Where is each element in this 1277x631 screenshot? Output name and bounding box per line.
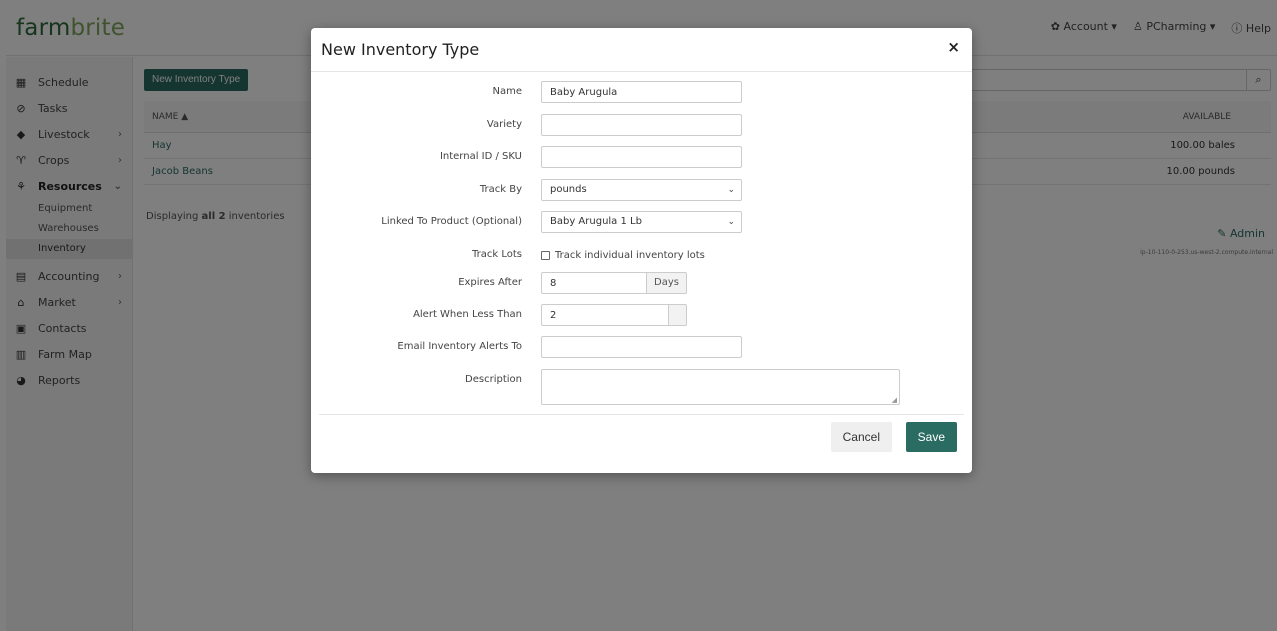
close-icon[interactable]: × [947, 38, 960, 56]
modal-title: New Inventory Type [321, 40, 480, 59]
alert-less-than-label: Alert When Less Than [413, 309, 522, 320]
description-textarea[interactable]: ◢ [541, 369, 900, 405]
resize-handle-icon[interactable]: ◢ [892, 396, 897, 404]
alert-less-than-input[interactable] [541, 304, 669, 326]
modal-header: New Inventory Type × [311, 28, 972, 72]
chevron-down-icon: ⌄ [727, 217, 735, 227]
track-by-label: Track By [479, 184, 522, 195]
expires-after-label: Expires After [458, 277, 522, 288]
expires-after-input[interactable] [541, 272, 647, 294]
linked-product-label: Linked To Product (Optional) [381, 216, 522, 227]
track-lots-checkbox-wrapper[interactable]: Track individual inventory lots [541, 247, 705, 263]
linked-product-select[interactable]: Baby Arugula 1 Lb ⌄ [541, 211, 742, 233]
cancel-button[interactable]: Cancel [830, 422, 892, 452]
variety-label: Variety [486, 119, 522, 130]
track-by-select[interactable]: pounds ⌄ [541, 179, 742, 201]
new-inventory-type-modal: New Inventory Type × Name Variety Intern… [311, 28, 972, 473]
description-label: Description [465, 374, 522, 385]
track-lots-checkbox[interactable] [541, 250, 550, 260]
chevron-down-icon: ⌄ [727, 185, 735, 195]
email-alerts-label: Email Inventory Alerts To [397, 341, 522, 352]
name-label: Name [492, 86, 522, 97]
variety-input[interactable] [541, 114, 742, 136]
track-lots-label: Track Lots [472, 249, 522, 260]
alert-unit-addon [669, 304, 687, 326]
modal-footer: Cancel Save [319, 414, 964, 452]
sku-label: Internal ID / SKU [439, 151, 522, 162]
sku-input[interactable] [541, 146, 742, 168]
save-button[interactable]: Save [905, 422, 957, 452]
email-alerts-input[interactable] [541, 336, 742, 358]
expires-unit-addon: Days [647, 272, 687, 294]
name-input[interactable] [541, 81, 742, 103]
